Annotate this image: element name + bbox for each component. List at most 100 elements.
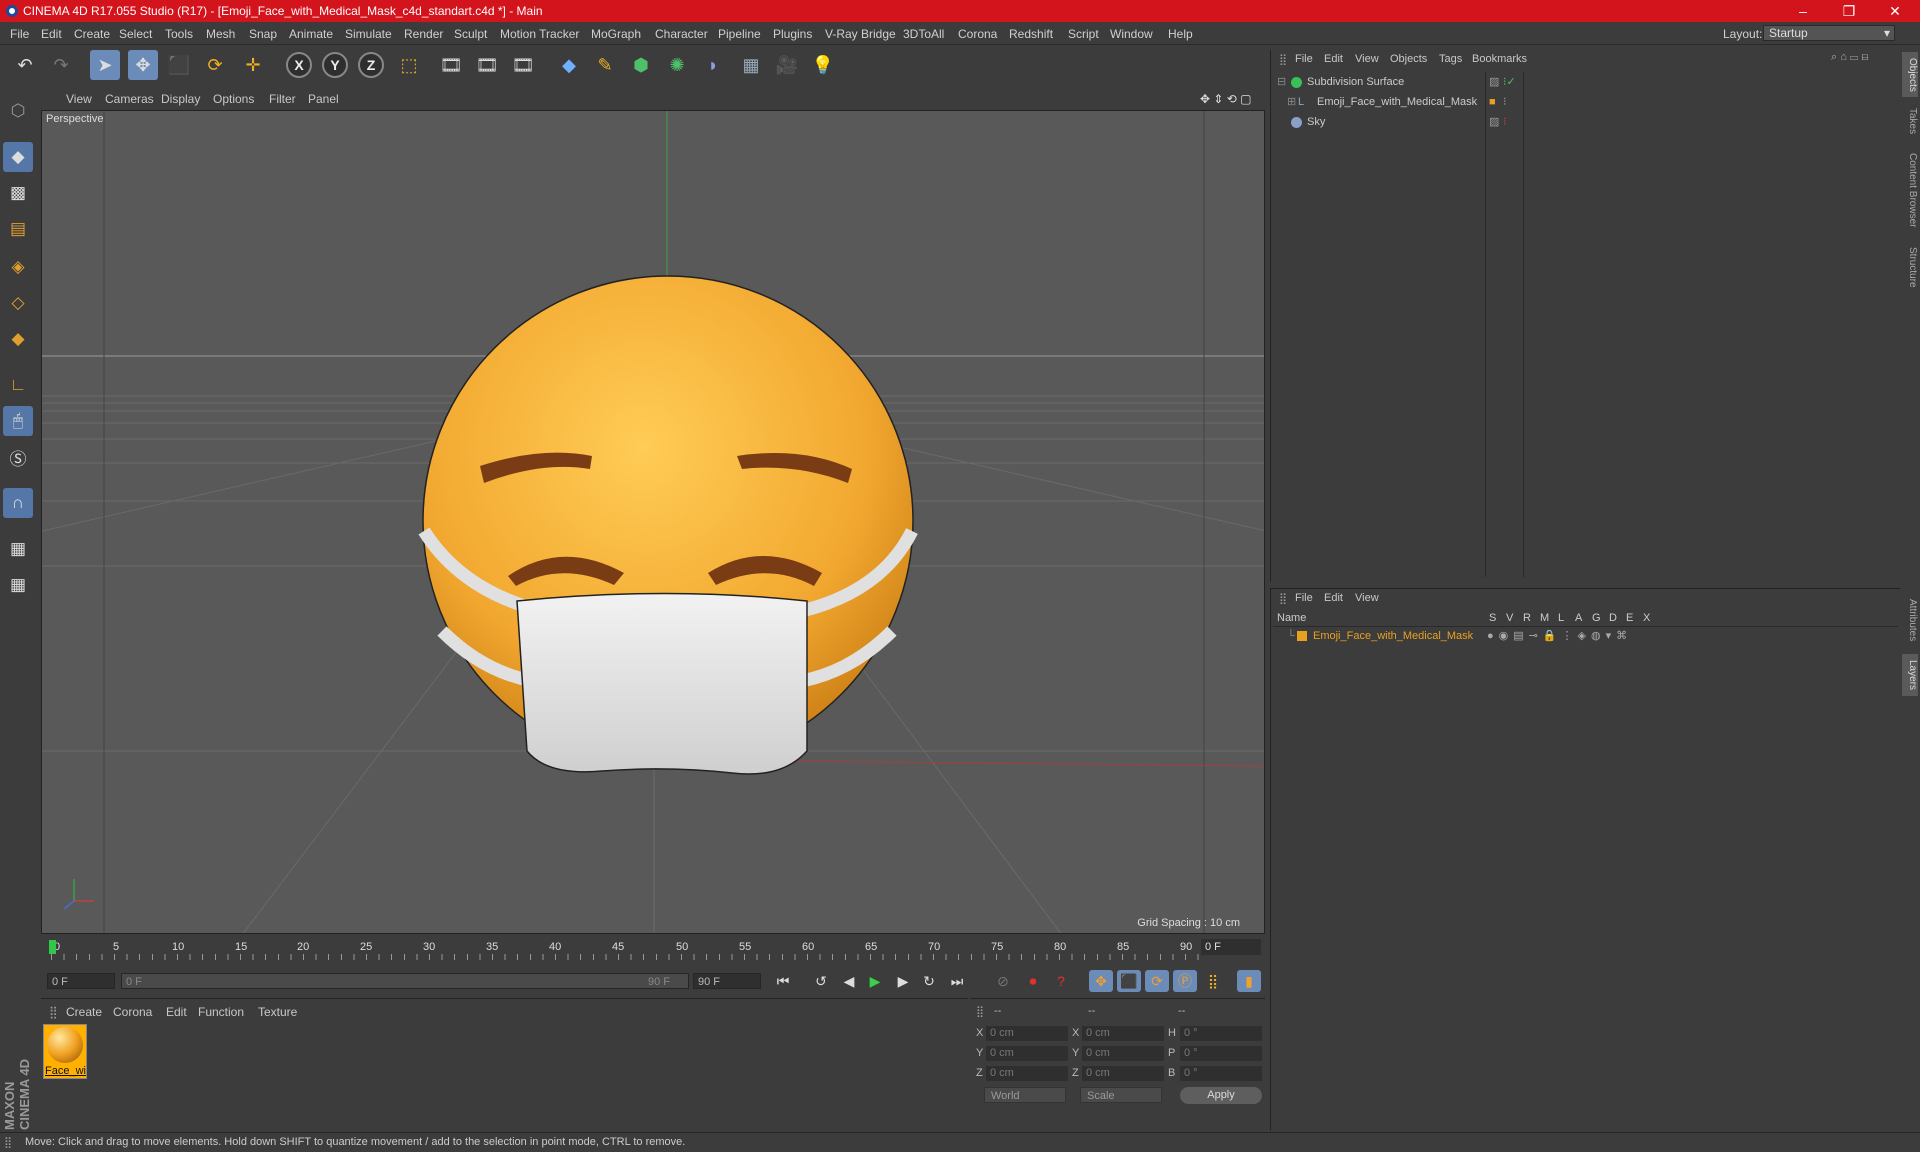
workplane-mode-icon[interactable]: ▤ xyxy=(3,214,33,244)
menu-pipeline[interactable]: Pipeline xyxy=(718,27,761,41)
magnet-icon[interactable]: ∩ xyxy=(3,488,33,518)
live-selection-icon[interactable]: ✛ xyxy=(238,50,268,80)
next-frame-icon[interactable]: ▶ xyxy=(891,970,915,992)
menu-corona[interactable]: Corona xyxy=(958,27,997,41)
enabled-check-icon[interactable]: ⁝✓ xyxy=(1503,73,1516,92)
apply-button[interactable]: Apply xyxy=(1180,1087,1262,1104)
axis-mode-icon[interactable]: ∟ xyxy=(3,370,33,400)
make-editable-icon[interactable]: ⬡ xyxy=(3,96,33,126)
menu-render[interactable]: Render xyxy=(404,27,443,41)
tab-structure[interactable]: Structure xyxy=(1902,240,1918,295)
y-axis-lock-button[interactable]: Y xyxy=(322,52,348,78)
x-axis-lock-button[interactable]: X xyxy=(286,52,312,78)
close-button[interactable]: ✕ xyxy=(1872,0,1918,22)
obj-menu-view[interactable]: View xyxy=(1355,53,1379,65)
viewport-menu-display[interactable]: Display xyxy=(161,92,200,106)
menu-plugins[interactable]: Plugins xyxy=(773,27,812,41)
3d-viewport[interactable]: Perspective Grid Spacing : 10 cm xyxy=(41,110,1265,934)
obj-menu-edit[interactable]: Edit xyxy=(1324,53,1343,65)
material-menu-texture[interactable]: Texture xyxy=(258,1005,297,1019)
viewport-menu-options[interactable]: Options xyxy=(213,92,254,106)
menu-tools[interactable]: Tools xyxy=(165,27,193,41)
menu-mesh[interactable]: Mesh xyxy=(206,27,235,41)
key-rotation-icon[interactable]: ⟳ xyxy=(1145,970,1169,992)
coordinate-system-dropdown[interactable]: World xyxy=(984,1087,1066,1103)
start-frame-field[interactable]: 0 F xyxy=(47,973,115,989)
tab-objects[interactable]: Objects xyxy=(1902,52,1918,97)
size-y-field[interactable]: 0 cm xyxy=(1082,1046,1164,1061)
tab-attributes[interactable]: Attributes xyxy=(1902,590,1918,650)
menu-file[interactable]: File xyxy=(10,27,29,41)
layer-color-icon[interactable] xyxy=(1297,631,1307,641)
menu-snap[interactable]: Snap xyxy=(249,27,277,41)
key-pla-icon[interactable]: ⣿ xyxy=(1201,970,1225,992)
viewport-menu-cameras[interactable]: Cameras xyxy=(105,92,154,106)
menu-help[interactable]: Help xyxy=(1168,27,1193,41)
menu-mograph[interactable]: MoGraph xyxy=(591,27,641,41)
snap-icon[interactable]: Ⓢ xyxy=(3,442,33,472)
size-mode-dropdown[interactable]: Scale xyxy=(1080,1087,1162,1103)
cube-object-icon[interactable]: ◆ xyxy=(554,50,584,80)
material-menu-corona[interactable]: Corona xyxy=(113,1005,152,1019)
tab-layers[interactable]: Layers xyxy=(1902,654,1918,696)
undo-icon[interactable]: ↶ xyxy=(10,50,40,80)
size-x-field[interactable]: 0 cm xyxy=(1082,1026,1164,1041)
z-axis-lock-button[interactable]: Z xyxy=(358,52,384,78)
rot-h-field[interactable]: 0 ° xyxy=(1180,1026,1262,1041)
menu-animate[interactable]: Animate xyxy=(289,27,333,41)
play-icon[interactable]: ▶ xyxy=(863,970,887,992)
pen-spline-icon[interactable]: ✎ xyxy=(590,50,620,80)
lock-workplane-icon[interactable]: ▦ xyxy=(3,534,33,564)
menu-simulate[interactable]: Simulate xyxy=(345,27,392,41)
key-position-icon[interactable]: ✥ xyxy=(1089,970,1113,992)
previous-frame-icon[interactable]: ◀ xyxy=(837,970,861,992)
move-tool-icon[interactable]: ✥ xyxy=(128,50,158,80)
maximize-button[interactable]: ❐ xyxy=(1826,0,1872,22)
current-frame-field[interactable]: 0 F xyxy=(1201,939,1261,955)
obj-menu-bookmarks[interactable]: Bookmarks xyxy=(1472,53,1527,65)
pos-y-field[interactable]: 0 cm xyxy=(986,1046,1068,1061)
size-z-field[interactable]: 0 cm xyxy=(1082,1066,1164,1081)
object-manager-nav-icons[interactable]: ⌕ ⌂ ▭ ⊟ xyxy=(1831,51,1868,64)
tab-content-browser[interactable]: Content Browser xyxy=(1902,144,1918,236)
menu-window[interactable]: Window xyxy=(1110,27,1153,41)
layer-menu-edit[interactable]: Edit xyxy=(1324,592,1343,604)
timeline-playhead[interactable] xyxy=(49,940,56,954)
tweak-mode-icon[interactable]: 🖱 xyxy=(3,406,33,436)
camera-icon[interactable]: 🎥 xyxy=(772,50,802,80)
planar-workplane-icon[interactable]: ▦ xyxy=(3,570,33,600)
obj-menu-tags[interactable]: Tags xyxy=(1439,53,1462,65)
menu-select[interactable]: Select xyxy=(119,27,152,41)
timeline-window-icon[interactable]: ▮ xyxy=(1237,970,1261,992)
mograph-cloner-icon[interactable]: ✺ xyxy=(662,50,692,80)
subdivision-surface-icon[interactable]: ⬢ xyxy=(626,50,656,80)
menu-redshift[interactable]: Redshift xyxy=(1009,27,1053,41)
rotate-tool-icon[interactable]: ⟳ xyxy=(200,50,230,80)
menu-3dtoall[interactable]: 3DToAll xyxy=(903,27,944,41)
select-arrow-icon[interactable]: ➤ xyxy=(90,50,120,80)
rot-b-field[interactable]: 0 ° xyxy=(1180,1066,1262,1081)
layout-select[interactable]: Startup xyxy=(1763,25,1895,41)
menu-create[interactable]: Create xyxy=(74,27,110,41)
redo-icon[interactable]: ↷ xyxy=(46,50,76,80)
object-row[interactable]: Sky ▨ ⁝ xyxy=(1271,113,1871,132)
layer-row[interactable]: └ Emoji_Face_with_Medical_Mask ●◉▤⊸🔒⋮◈◍▾… xyxy=(1273,629,1898,645)
coordinate-system-icon[interactable]: ⬚ xyxy=(394,50,424,80)
autokeying-icon[interactable]: ? xyxy=(1049,970,1073,992)
timeline-ruler[interactable]: 0 5 10 15 20 25 30 35 40 45 50 55 60 65 … xyxy=(41,936,1265,962)
edges-mode-icon[interactable]: ◇ xyxy=(3,288,33,318)
key-parameter-icon[interactable]: Ⓟ xyxy=(1173,970,1197,992)
emoji-face-model[interactable] xyxy=(418,275,918,775)
minimize-button[interactable]: – xyxy=(1780,0,1826,22)
record-active-keys-icon[interactable]: ⏺ xyxy=(1021,970,1045,992)
viewport-menu-filter[interactable]: Filter xyxy=(269,92,296,106)
layer-menu-view[interactable]: View xyxy=(1355,592,1379,604)
polygons-mode-icon[interactable]: ◆ xyxy=(3,324,33,354)
floor-scene-icon[interactable]: ▦ xyxy=(736,50,766,80)
light-icon[interactable]: 💡 xyxy=(808,50,838,80)
menu-sculpt[interactable]: Sculpt xyxy=(454,27,487,41)
key-scale-icon[interactable]: ⬛ xyxy=(1117,970,1141,992)
material-swatch[interactable]: Face_wi xyxy=(43,1024,87,1079)
viewport-menu-panel[interactable]: Panel xyxy=(308,92,339,106)
material-menu-create[interactable]: Create xyxy=(66,1005,102,1019)
